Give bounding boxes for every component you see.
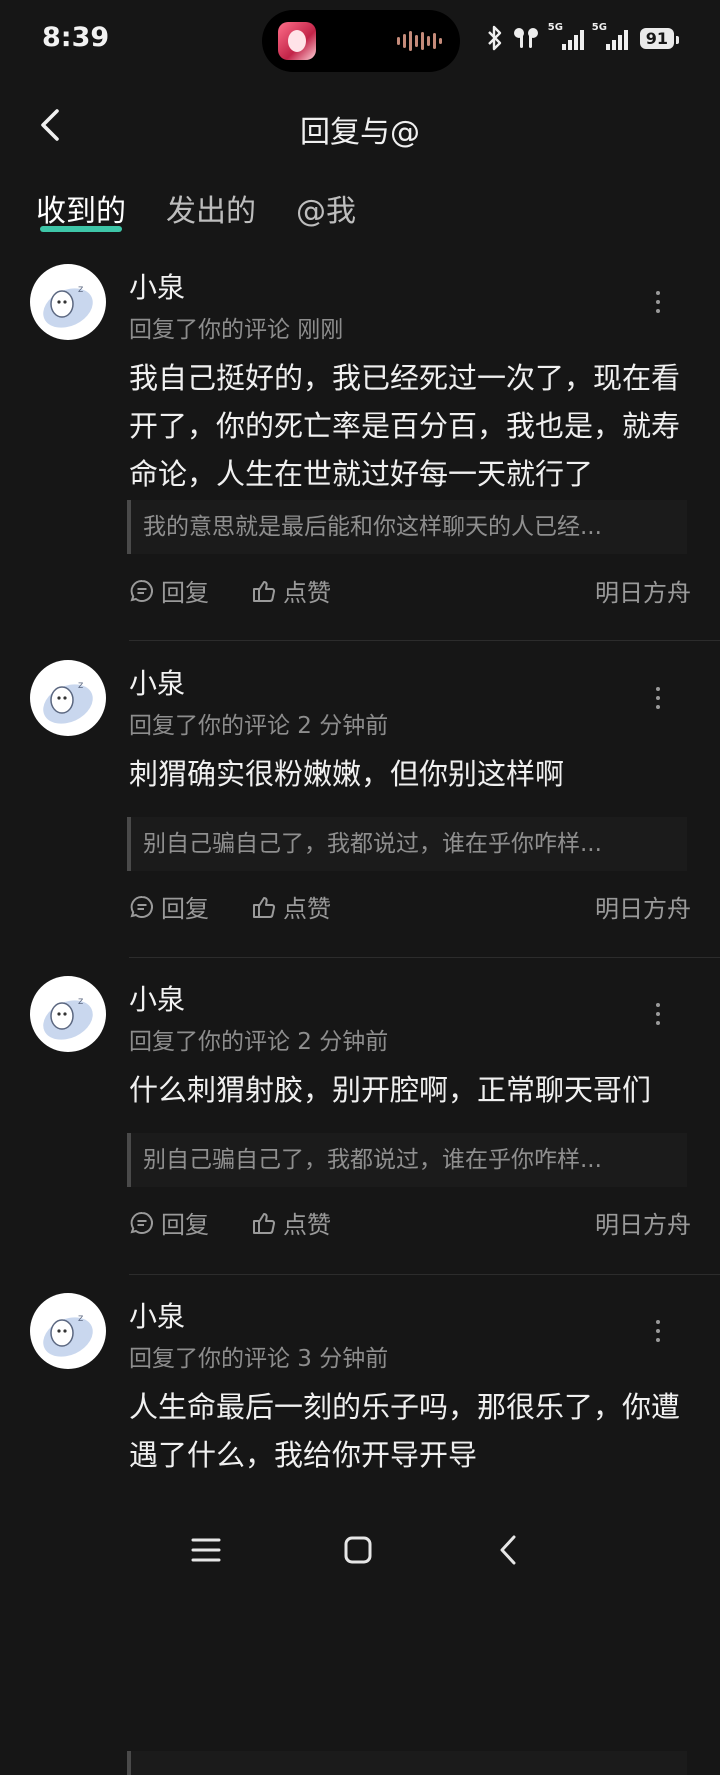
reply-item[interactable]: z 小泉 回复了你的评论 2 分钟前 刺猬确实很粉嫩嫩，但你别这样啊 别自己骗自… xyxy=(0,641,720,958)
page-title: 回复与@ xyxy=(300,115,420,150)
svg-text:z: z xyxy=(78,284,83,295)
reply-label: 回复 xyxy=(161,895,209,923)
tab-sent[interactable]: 发出的 xyxy=(166,186,256,236)
system-nav-bar xyxy=(0,1500,720,1600)
back-button[interactable] xyxy=(28,103,72,147)
more-options-button[interactable] xyxy=(646,994,670,1034)
home-button[interactable] xyxy=(328,1520,388,1580)
status-bar: 8:39 5G 5G 91 xyxy=(0,0,720,80)
quoted-comment[interactable]: 别自己骗自己了，我都说过，谁在乎你咋样... xyxy=(127,817,687,871)
reply-item[interactable]: z 小泉 回复了你的评论 2 分钟前 什么刺猬射胶，别开腔啊，正常聊天哥们 别自… xyxy=(0,958,720,1275)
reply-content: 我自己挺好的，我已经死过一次了，现在看开了，你的死亡率是百分百，我也是，就寿命论… xyxy=(129,361,681,491)
comment-icon xyxy=(130,579,153,602)
nav-back-button[interactable] xyxy=(478,1520,538,1580)
avatar[interactable]: z xyxy=(30,1293,106,1369)
source-tag[interactable]: 明日方舟 xyxy=(595,573,691,608)
network-type-2: 5G xyxy=(591,22,607,33)
username[interactable]: 小泉 xyxy=(129,1295,185,1335)
top-bar: 回复与@ xyxy=(0,95,720,155)
reply-meta: 回复了你的评论 3 分钟前 xyxy=(129,1346,389,1372)
more-options-button[interactable] xyxy=(646,1311,670,1351)
quoted-comment[interactable] xyxy=(127,1751,687,1775)
clock: 8:39 xyxy=(42,22,110,53)
source-tag[interactable]: 明日方舟 xyxy=(595,1205,691,1240)
like-button[interactable]: 点赞 xyxy=(251,889,331,924)
reply-content: 什么刺猬射胶，别开腔啊，正常聊天哥们 xyxy=(129,1073,652,1107)
reply-item[interactable]: z 小泉 回复了你的评论 3 分钟前 人生命最后一刻的乐子吗，那很乐了，你遭遇了… xyxy=(0,1275,720,1775)
reply-button[interactable]: 回复 xyxy=(129,1205,209,1240)
tab-mentions[interactable]: @我 xyxy=(296,186,356,236)
back-icon xyxy=(500,1535,516,1565)
reply-meta: 回复了你的评论 2 分钟前 xyxy=(129,713,389,739)
more-options-button[interactable] xyxy=(646,678,670,718)
menu-icon xyxy=(191,1538,221,1562)
reply-meta: 回复了你的评论 2 分钟前 xyxy=(129,1029,389,1055)
more-dots-icon xyxy=(656,1320,660,1324)
more-dots-icon xyxy=(656,687,660,691)
media-app-icon xyxy=(278,22,316,60)
reply-content: 人生命最后一刻的乐子吗，那很乐了，你遭遇了什么，我给你开导开导 xyxy=(129,1390,681,1472)
like-label: 点赞 xyxy=(283,579,331,607)
username[interactable]: 小泉 xyxy=(129,662,185,702)
like-label: 点赞 xyxy=(283,1211,331,1239)
audio-wave-icon xyxy=(397,30,442,52)
thumbs-up-icon xyxy=(253,896,276,918)
earbuds-icon xyxy=(513,28,538,48)
avatar[interactable]: z xyxy=(30,264,106,340)
action-row: 回复 点赞 明日方舟 xyxy=(129,889,691,925)
svg-text:z: z xyxy=(78,680,83,691)
home-square-icon xyxy=(344,1536,372,1564)
more-dots-icon xyxy=(656,1003,660,1007)
reply-button[interactable]: 回复 xyxy=(129,573,209,608)
network-type-1: 5G xyxy=(547,22,563,33)
chevron-left-icon xyxy=(41,109,59,141)
quoted-comment[interactable]: 我的意思就是最后能和你这样聊天的人已经... xyxy=(127,500,687,554)
comment-icon xyxy=(130,895,153,918)
bluetooth-icon xyxy=(487,25,501,51)
thumbs-up-icon xyxy=(253,1212,276,1234)
like-button[interactable]: 点赞 xyxy=(251,1205,331,1240)
reply-button[interactable]: 回复 xyxy=(129,889,209,924)
avatar[interactable]: z xyxy=(30,976,106,1052)
tab-received[interactable]: 收到的 xyxy=(36,186,126,236)
username[interactable]: 小泉 xyxy=(129,978,185,1018)
more-options-button[interactable] xyxy=(646,282,670,322)
svg-text:z: z xyxy=(78,996,83,1007)
more-dots-icon xyxy=(656,291,660,295)
dynamic-island[interactable] xyxy=(262,10,460,72)
source-tag[interactable]: 明日方舟 xyxy=(595,889,691,924)
reply-content: 刺猬确实很粉嫩嫩，但你别这样啊 xyxy=(129,757,565,791)
action-row: 回复 点赞 明日方舟 xyxy=(129,573,691,609)
signal-icon: 5G xyxy=(591,22,628,52)
status-icons: 5G 5G 91 xyxy=(486,22,680,52)
comment-icon xyxy=(130,1211,153,1234)
reply-label: 回复 xyxy=(161,579,209,607)
recents-button[interactable] xyxy=(176,1520,236,1580)
username[interactable]: 小泉 xyxy=(129,266,185,306)
action-row: 回复 点赞 明日方舟 xyxy=(129,1205,691,1241)
svg-text:z: z xyxy=(78,1313,83,1324)
like-button[interactable]: 点赞 xyxy=(251,573,331,608)
thumbs-up-icon xyxy=(253,580,276,602)
quoted-comment[interactable]: 别自己骗自己了，我都说过，谁在乎你咋样... xyxy=(127,1133,687,1187)
battery-icon: 91 xyxy=(639,27,680,49)
reply-item[interactable]: z 小泉 回复了你的评论 刚刚 我自己挺好的，我已经死过一次了，现在看开了，你的… xyxy=(0,250,720,641)
reply-label: 回复 xyxy=(161,1211,209,1239)
like-label: 点赞 xyxy=(283,895,331,923)
reply-meta: 回复了你的评论 刚刚 xyxy=(129,317,344,343)
avatar[interactable]: z xyxy=(30,660,106,736)
tab-bar: 收到的 发出的 @我 xyxy=(36,186,356,236)
signal-icon: 5G xyxy=(547,22,584,52)
